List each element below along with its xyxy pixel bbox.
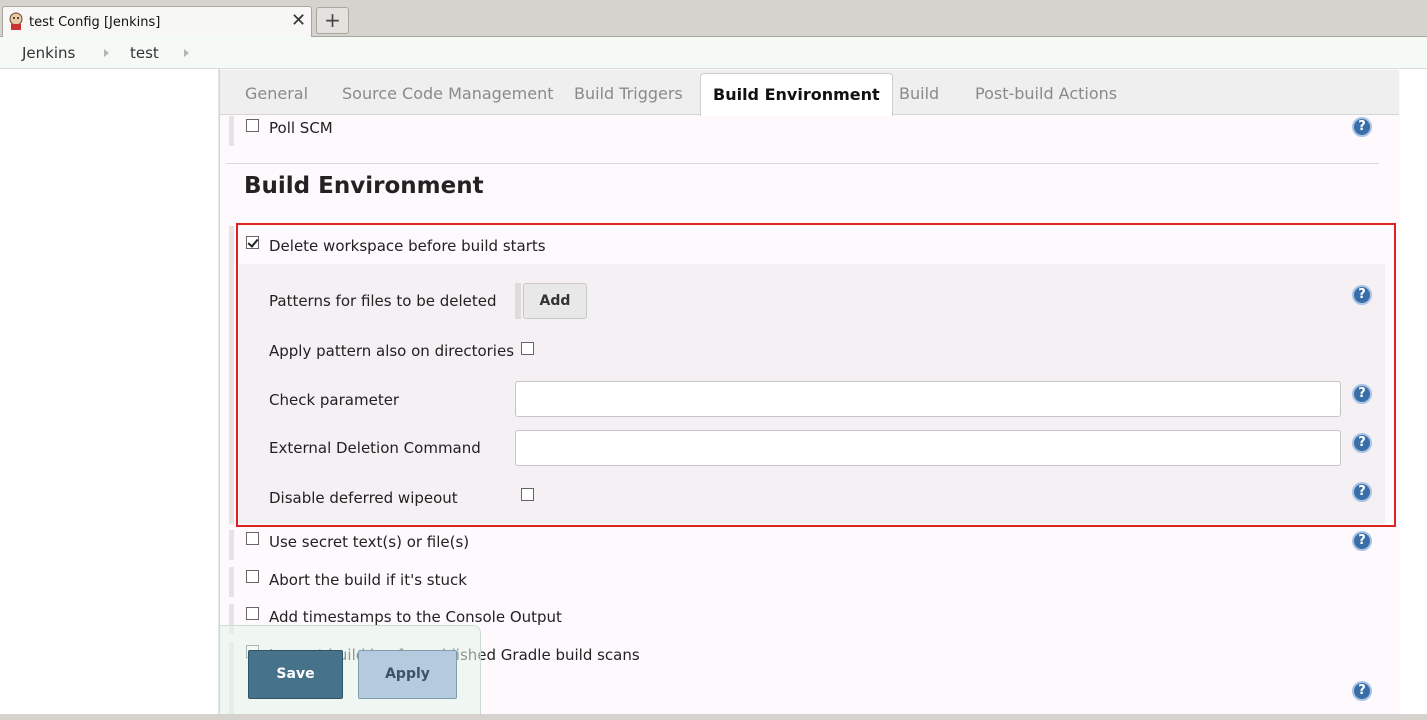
delete-workspace-checkbox[interactable] [246,236,259,249]
side-panel [0,69,219,720]
help-icon[interactable]: ? [1352,531,1372,551]
tab-post-build-actions[interactable]: Post-build Actions [975,84,1117,103]
breadcrumb-arrow-icon[interactable] [184,49,189,57]
tab-source-code-management[interactable]: Source Code Management [342,84,553,103]
row-indent-bar [229,530,234,560]
timestamps-checkbox[interactable] [246,607,259,620]
apply-pattern-label: Apply pattern also on directories [269,342,515,360]
tab-general[interactable]: General [245,84,308,103]
row-indent-bar [229,226,234,524]
help-icon[interactable]: ? [1352,433,1372,453]
external-deletion-label: External Deletion Command [269,439,481,457]
external-deletion-input[interactable] [515,430,1341,466]
scrollbar[interactable] [1400,69,1427,714]
breadcrumb-arrow-icon[interactable] [104,49,109,57]
browser-tab[interactable]: test Config [Jenkins] ✕ [2,6,312,37]
secret-checkbox[interactable] [246,532,259,545]
section-divider [226,163,1379,164]
abort-stuck-checkbox[interactable] [246,570,259,583]
delete-workspace-label: Delete workspace before build starts [269,237,546,255]
tab-build[interactable]: Build [899,84,939,103]
disable-deferred-checkbox[interactable] [521,488,534,501]
help-icon[interactable]: ? [1352,384,1372,404]
poll-scm-label: Poll SCM [269,119,333,137]
tab-build-environment[interactable]: Build Environment [700,73,893,116]
help-icon[interactable]: ? [1352,117,1372,137]
row-indent-bar [229,116,234,146]
help-icon[interactable]: ? [1352,285,1372,305]
check-parameter-input[interactable] [515,381,1341,417]
section-title: Build Environment [244,173,484,199]
breadcrumb-test[interactable]: test [130,44,159,62]
secret-label: Use secret text(s) or file(s) [269,533,470,551]
save-button[interactable]: Save [248,650,343,699]
patterns-label: Patterns for files to be deleted [269,292,497,310]
row-indent-bar [229,567,234,597]
disable-deferred-label: Disable deferred wipeout [269,489,458,507]
timestamps-label: Add timestamps to the Console Output [269,608,562,626]
drag-handle[interactable] [515,283,521,319]
jenkins-logo-icon [9,12,23,30]
browser-tab-title: test Config [Jenkins] [29,15,161,30]
apply-pattern-checkbox[interactable] [521,342,534,355]
help-icon[interactable]: ? [1352,681,1372,701]
help-icon[interactable]: ? [1352,482,1372,502]
highlight-box [236,223,1396,527]
breadcrumb: Jenkins test [0,37,1427,69]
abort-stuck-label: Abort the build if it's stuck [269,571,467,589]
close-tab-icon[interactable]: ✕ [291,10,306,31]
poll-scm-checkbox[interactable] [246,119,259,132]
apply-button[interactable]: Apply [358,650,457,699]
add-pattern-button[interactable]: Add [523,283,587,319]
browser-tab-strip: test Config [Jenkins] ✕ + [0,0,1427,37]
window-bottom-edge [0,714,1427,720]
breadcrumb-jenkins[interactable]: Jenkins [22,44,75,62]
new-tab-button[interactable]: + [316,7,349,34]
tab-build-triggers[interactable]: Build Triggers [574,84,683,103]
config-tab-bar: General Source Code Management Build Tri… [220,70,1399,116]
check-parameter-label: Check parameter [269,391,400,409]
